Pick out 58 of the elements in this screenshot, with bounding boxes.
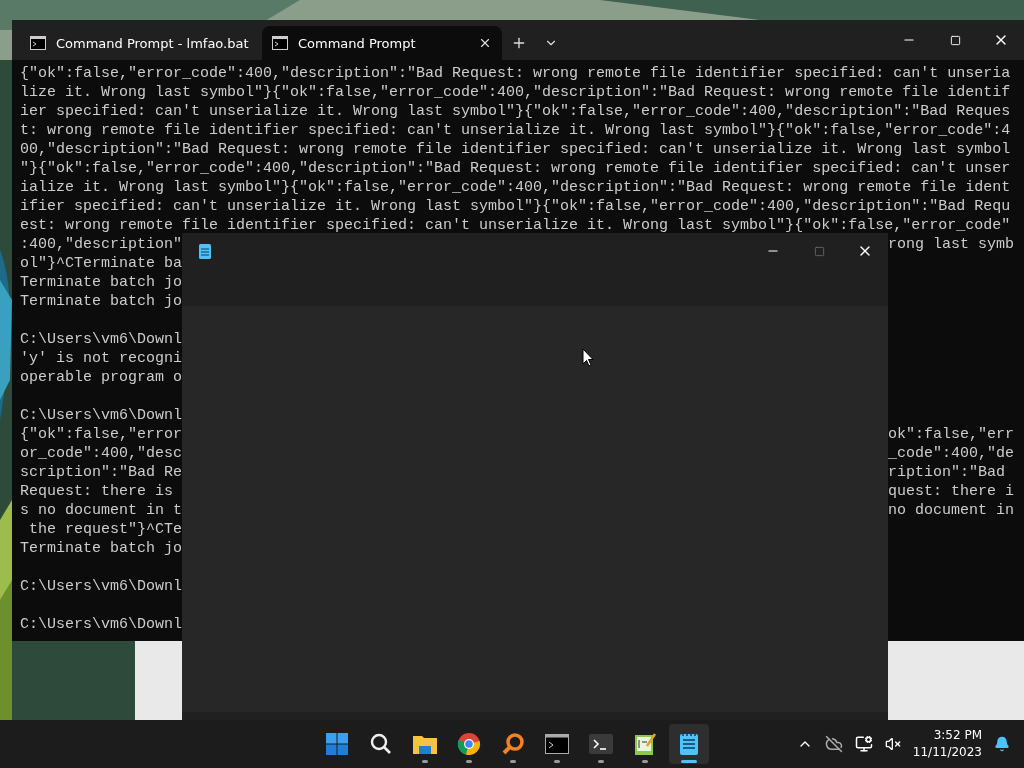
clock[interactable]: 3:52 PM 11/11/2023 xyxy=(912,727,982,761)
tab[interactable]: Command Prompt xyxy=(262,26,502,60)
editor-icon xyxy=(633,732,657,756)
console-line: ier specified: can't unserialize it. Wrong last symbol"}{"ok":false,"error_code":400,"description":"Bad Reques xyxy=(20,102,1011,121)
console-line: _code":400,"de xyxy=(888,444,1015,463)
console-line: scription":"Bad Re xyxy=(20,464,183,481)
time: 3:52 PM xyxy=(933,727,982,744)
console-line: est: wrong remote file identifier specified: can't unserialize it. Wrong last symbol"}{"ok":false,"error_code" xyxy=(20,216,1011,235)
search-icon xyxy=(369,732,393,756)
browser-icon xyxy=(457,732,481,756)
plus-icon[interactable] xyxy=(511,35,527,51)
console-line: :400,"description" xyxy=(20,236,183,253)
console-line: C:\Users\vm6\Downl xyxy=(20,407,183,424)
notepad-icon xyxy=(679,732,699,756)
network-icon[interactable] xyxy=(854,735,873,753)
notepad-icon xyxy=(198,243,212,259)
close-icon[interactable] xyxy=(478,36,492,50)
console-line: s no document in t xyxy=(20,502,183,519)
console-line: or_code":400,"desc xyxy=(20,445,183,462)
console-icon xyxy=(30,36,46,50)
magnifier-icon xyxy=(501,732,525,756)
console-line: quest: there i xyxy=(888,482,1015,501)
taskbar-app[interactable] xyxy=(669,724,709,764)
console-line: "}{"ok":false,"error_code":400,"description":"Bad Request: wrong remote file identifier specified: can't unser xyxy=(20,159,1011,178)
bell-icon[interactable] xyxy=(994,736,1010,752)
console-line: ifier specified: can't unserialize it. Wrong last symbol"}{"ok":false,"error_code":400,"description":"Bad Requ xyxy=(20,197,1011,216)
console-line: 'y' is not recogni xyxy=(20,350,183,367)
folder-icon xyxy=(412,733,438,755)
console-line: ol"}^CTerminate ba xyxy=(20,255,183,272)
console-icon xyxy=(545,734,569,754)
console-line: ription":"Bad xyxy=(888,463,1006,482)
console-line: C:\Users\vm6\Downl xyxy=(20,616,183,633)
console-line: ok":false,"err xyxy=(888,425,1015,444)
windows-icon xyxy=(325,732,349,756)
tab-title: Command Prompt xyxy=(298,35,417,51)
cloud-off-icon[interactable] xyxy=(824,735,843,753)
console-line: Terminate batch jo xyxy=(20,274,183,291)
console-line: 00,"description":"Bad Request: wrong remote file identifier specified: can't unserialize it. Wrong last symbol xyxy=(20,140,1011,159)
console-line: C:\Users\vm6\Downl xyxy=(20,578,183,595)
console-line: Terminate batch jo xyxy=(20,293,183,310)
console-line: operable program o xyxy=(20,369,183,386)
console-icon xyxy=(272,36,288,50)
console-line: t: wrong remote file identifier specified: can't unserialize it. Wrong last symbol"}{"ok":false,"error_code":4 xyxy=(20,121,1011,140)
tab-title: Command Prompt - lmfao.bat xyxy=(56,35,249,51)
console-line: {"ok":false,"error xyxy=(20,426,183,443)
pointer-icon xyxy=(582,348,594,367)
console-line: the request"}^CTe xyxy=(28,521,183,538)
terminal-icon xyxy=(589,734,613,754)
console-line: Request: there is xyxy=(20,483,174,500)
console-line: ialize it. Wrong last symbol"}{"ok":false,"error_code":400,"description":"Bad Request: wrong remote file ident xyxy=(20,178,1011,197)
console-line: lize it. Wrong last symbol"}{"ok":false,"error_code":400,"description":"Bad Request: wrong remote file identif xyxy=(20,83,1011,102)
console-line: rong last symb xyxy=(888,235,1015,254)
console-line: Terminate batch jo xyxy=(20,540,183,557)
console-line: C:\Users\vm6\Downl xyxy=(20,331,183,348)
console-line: {"ok":false,"error_code":400,"description":"Bad Request: wrong remote file identifier specified: can't unseria xyxy=(20,64,1011,83)
date: 11/11/2023 xyxy=(912,744,982,761)
console-line: no document in xyxy=(888,501,1015,520)
volume-muted-icon[interactable] xyxy=(884,736,901,752)
